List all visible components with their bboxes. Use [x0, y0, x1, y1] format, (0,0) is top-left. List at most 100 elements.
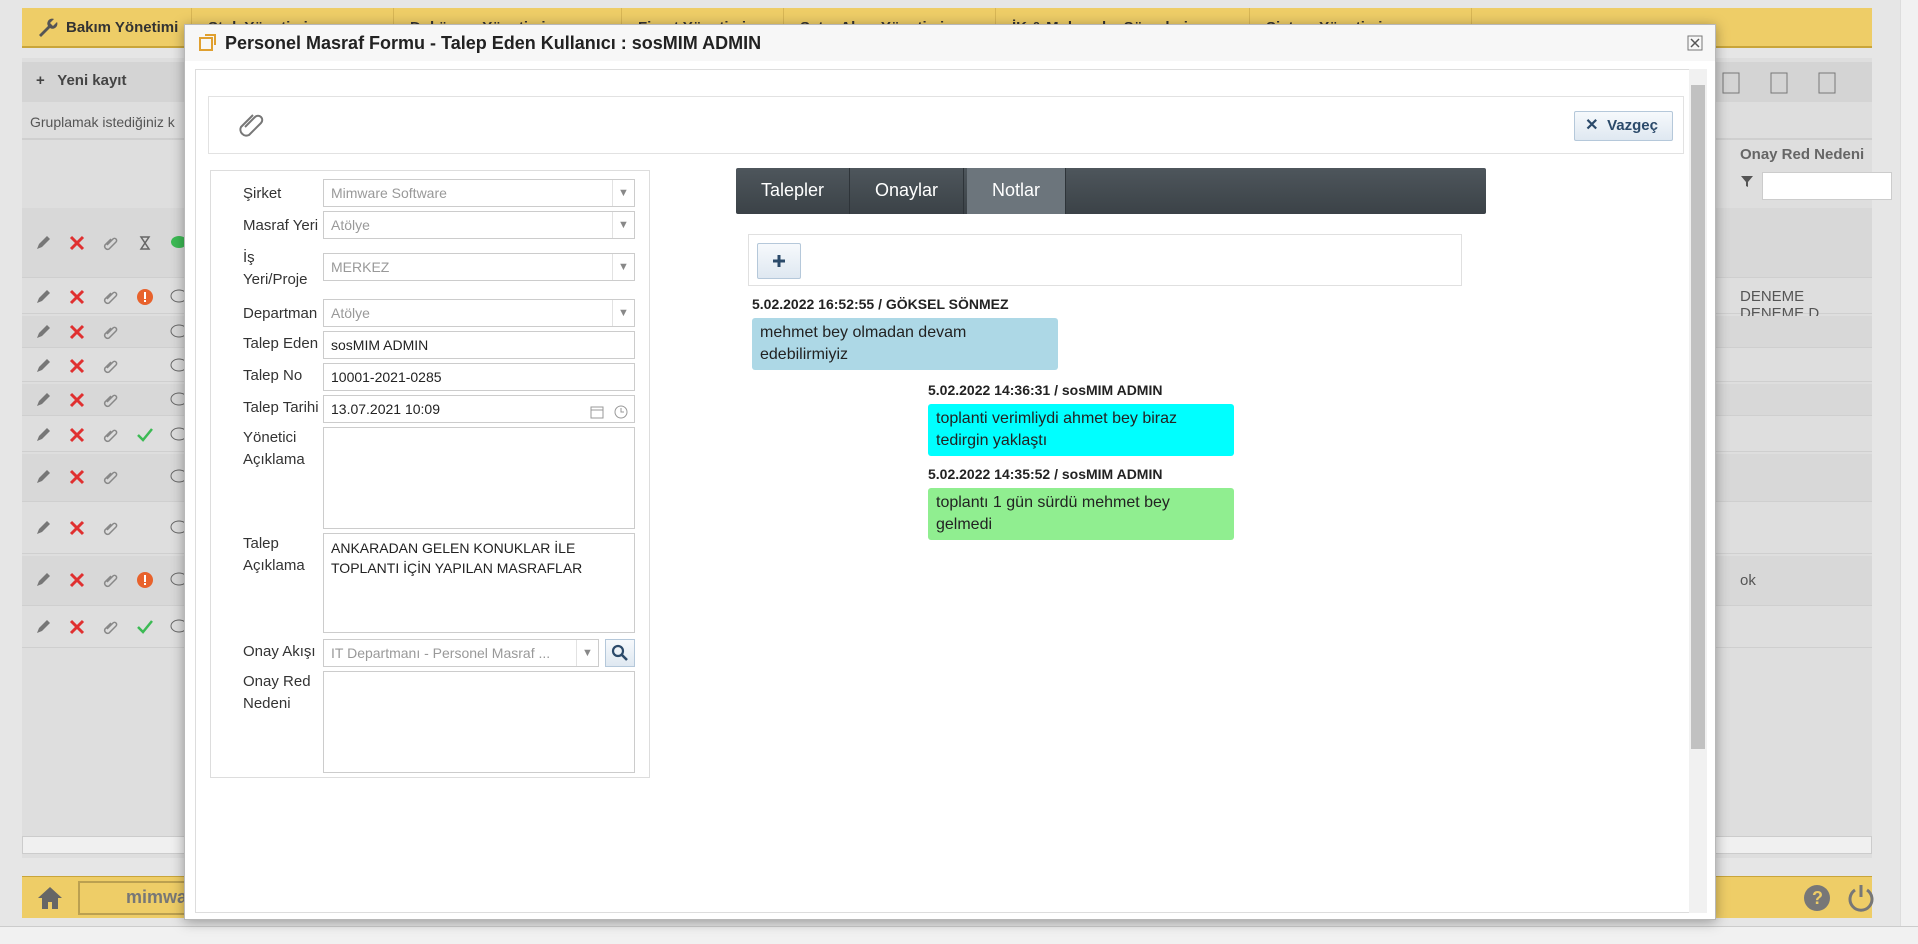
expense-place-value: Atölye: [331, 217, 370, 233]
new-record-button[interactable]: + Yeni kayıt: [36, 72, 126, 89]
attach-icon[interactable]: [100, 517, 122, 539]
approval-flow-label: Onay Akışı: [243, 643, 316, 660]
attach-icon[interactable]: [100, 424, 122, 446]
word-export-icon[interactable]: [1818, 72, 1836, 94]
edit-icon[interactable]: [32, 569, 54, 591]
export-icons: [1722, 72, 1836, 94]
edit-icon[interactable]: [32, 517, 54, 539]
reject-reason-textarea[interactable]: [323, 671, 635, 773]
project-select[interactable]: MERKEZ ▼: [323, 253, 635, 281]
edit-icon[interactable]: [32, 466, 54, 488]
power-icon[interactable]: [1846, 883, 1876, 916]
paperclip-icon[interactable]: [237, 109, 267, 142]
chevron-down-icon: ▼: [612, 212, 634, 238]
requester-field[interactable]: sosMIM ADMIN: [323, 331, 635, 359]
empty-status: [134, 355, 156, 377]
request-no-field[interactable]: 10001-2021-0285: [323, 363, 635, 391]
column-header-reject-reason: Onay Red Nedeni: [1740, 146, 1865, 163]
filter-input[interactable]: [1762, 172, 1892, 200]
home-icon[interactable]: [36, 885, 64, 914]
company-label: Şirket: [243, 185, 282, 202]
close-icon: ✕: [1585, 117, 1599, 134]
note-meta: 5.02.2022 14:36:31 / sosMIM ADMIN: [928, 382, 1163, 398]
edit-icon[interactable]: [32, 616, 54, 638]
tab-label: Onaylar: [875, 180, 939, 200]
note-message: mehmet bey olmadan devam edebilirmiyiz: [752, 318, 1058, 370]
nav-item-maintenance[interactable]: Bakım Yönetimi: [22, 8, 192, 48]
edit-icon[interactable]: [32, 286, 54, 308]
delete-icon[interactable]: [66, 466, 88, 488]
note-item: 5.02.2022 16:52:55 / GÖKSEL SÖNMEZ mehme…: [752, 296, 1058, 370]
empty-status: [134, 389, 156, 411]
tab-label: Notlar: [992, 180, 1041, 200]
alert-icon[interactable]: [134, 286, 156, 308]
attach-icon[interactable]: [100, 466, 122, 488]
delete-icon[interactable]: [66, 616, 88, 638]
edit-icon[interactable]: [32, 389, 54, 411]
row-actions: [32, 355, 190, 377]
attach-icon[interactable]: [100, 321, 122, 343]
attach-icon[interactable]: [100, 616, 122, 638]
approved-check-icon[interactable]: [134, 424, 156, 446]
expense-place-select[interactable]: Atölye ▼: [323, 211, 635, 239]
pdf-export-icon[interactable]: [1722, 72, 1740, 94]
delete-icon[interactable]: [66, 286, 88, 308]
chevron-down-icon: ▼: [612, 254, 634, 280]
department-select[interactable]: Atölye ▼: [323, 299, 635, 327]
attach-icon[interactable]: [100, 232, 122, 254]
add-note-button[interactable]: [757, 243, 801, 279]
tab-notes[interactable]: Notlar: [967, 168, 1067, 214]
close-icon[interactable]: [1687, 35, 1703, 51]
row-actions: [32, 286, 190, 308]
edit-icon[interactable]: [32, 424, 54, 446]
alert-icon[interactable]: [134, 569, 156, 591]
excel-export-icon[interactable]: [1770, 72, 1788, 94]
delete-icon[interactable]: [66, 389, 88, 411]
manager-note-label: Yönetici Açıklama: [243, 429, 305, 468]
svg-text:?: ?: [1812, 888, 1823, 908]
calendar-icon[interactable]: [590, 401, 604, 422]
request-date-value: 13.07.2021 10:09: [331, 401, 440, 417]
row-actions: [32, 424, 190, 446]
edit-icon[interactable]: [32, 232, 54, 254]
scrollbar-thumb[interactable]: [1691, 85, 1705, 749]
delete-icon[interactable]: [66, 569, 88, 591]
edit-icon[interactable]: [32, 321, 54, 343]
search-icon: [611, 644, 628, 661]
notes-toolbar: [748, 234, 1462, 286]
approval-flow-select[interactable]: IT Departmanı - Personel Masraf ... ▼: [323, 639, 599, 667]
page-horizontal-scrollbar[interactable]: [0, 926, 1918, 944]
company-value: Mimware Software: [331, 185, 447, 201]
note-item: 5.02.2022 14:36:31 / sosMIM ADMIN toplan…: [928, 382, 1234, 456]
company-select[interactable]: Mimware Software ▼: [323, 179, 635, 207]
nav-label: Bakım Yönetimi: [66, 19, 179, 36]
approved-check-icon[interactable]: [134, 616, 156, 638]
request-note-textarea[interactable]: ANKARADAN GELEN KONUKLAR İLE TOPLANTI İÇ…: [323, 533, 635, 633]
hourglass-icon[interactable]: [134, 232, 156, 254]
attach-icon[interactable]: [100, 355, 122, 377]
filter-icon[interactable]: [1740, 174, 1754, 188]
request-date-field[interactable]: 13.07.2021 10:09: [323, 395, 635, 423]
modal-scrollbar[interactable]: [1689, 69, 1707, 913]
attach-icon[interactable]: [100, 569, 122, 591]
manager-note-textarea[interactable]: [323, 427, 635, 529]
clock-icon[interactable]: [614, 401, 628, 422]
delete-icon[interactable]: [66, 424, 88, 446]
delete-icon[interactable]: [66, 321, 88, 343]
reject-reason-label: Onay Red Nedeni: [243, 673, 311, 712]
project-value: MERKEZ: [331, 259, 390, 275]
attach-icon[interactable]: [100, 286, 122, 308]
attach-icon[interactable]: [100, 389, 122, 411]
search-button[interactable]: [605, 639, 635, 667]
delete-icon[interactable]: [66, 232, 88, 254]
group-hint: Gruplamak istediğiniz k: [30, 114, 175, 130]
cancel-button[interactable]: ✕ Vazgeç: [1574, 111, 1673, 141]
delete-icon[interactable]: [66, 355, 88, 377]
edit-icon[interactable]: [32, 355, 54, 377]
tab-approvals[interactable]: Onaylar: [850, 168, 965, 214]
help-icon[interactable]: ?: [1802, 883, 1832, 916]
tab-requests[interactable]: Talepler: [736, 168, 851, 214]
page-vertical-scrollbar[interactable]: [1900, 0, 1918, 926]
row-actions: [32, 232, 190, 254]
delete-icon[interactable]: [66, 517, 88, 539]
